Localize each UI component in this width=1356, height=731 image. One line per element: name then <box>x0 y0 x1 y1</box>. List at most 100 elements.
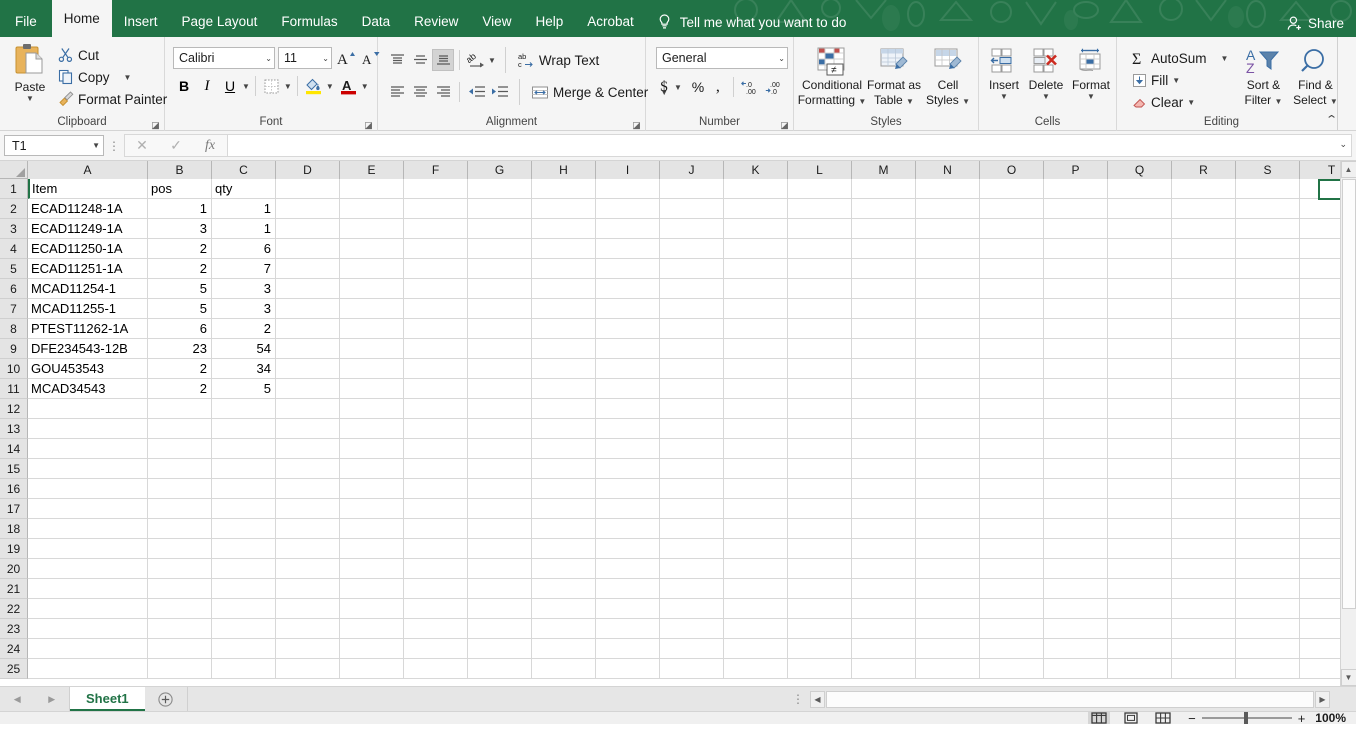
cell-M6[interactable] <box>852 279 916 299</box>
formula-bar-expand-chevron-down-icon[interactable]: ⌄ <box>1339 139 1347 150</box>
cell-C16[interactable] <box>212 479 276 499</box>
cell-S25[interactable] <box>1236 659 1300 679</box>
cell-T18[interactable] <box>1300 519 1340 539</box>
cell-E17[interactable] <box>340 499 404 519</box>
cell-H19[interactable] <box>532 539 596 559</box>
format-as-table-button[interactable]: Format as Table ▼ <box>866 45 922 110</box>
cell-B13[interactable] <box>148 419 212 439</box>
cell-H24[interactable] <box>532 639 596 659</box>
cell-B15[interactable] <box>148 459 212 479</box>
cell-P10[interactable] <box>1044 359 1108 379</box>
zoom-out-minus-icon[interactable]: − <box>1188 712 1196 724</box>
cell-J24[interactable] <box>660 639 724 659</box>
cell-T5[interactable] <box>1300 259 1340 279</box>
find-and-select-button[interactable]: Find & Select ▼ <box>1288 45 1342 110</box>
cell-A12[interactable] <box>28 399 148 419</box>
cell-D4[interactable] <box>276 239 340 259</box>
wrap-text-button[interactable]: ab c Wrap Text <box>515 49 601 71</box>
align-left-button[interactable] <box>386 81 408 103</box>
cell-K4[interactable] <box>724 239 788 259</box>
cell-M16[interactable] <box>852 479 916 499</box>
percent-format-button[interactable]: % <box>688 76 708 98</box>
column-header-L[interactable]: L <box>788 161 852 179</box>
cell-S13[interactable] <box>1236 419 1300 439</box>
font-name-chevron-down-icon[interactable]: ⌄ <box>265 54 272 63</box>
cell-E24[interactable] <box>340 639 404 659</box>
cell-H21[interactable] <box>532 579 596 599</box>
insert-function-button[interactable]: fx <box>193 138 227 154</box>
cell-T12[interactable] <box>1300 399 1340 419</box>
copy-button[interactable]: Copy ▼ <box>56 66 169 88</box>
row-header-23[interactable]: 23 <box>0 619 28 639</box>
cell-A18[interactable] <box>28 519 148 539</box>
column-header-F[interactable]: F <box>404 161 468 179</box>
cell-T11[interactable] <box>1300 379 1340 399</box>
name-box-chevron-down-icon[interactable]: ▼ <box>92 141 100 150</box>
cell-Q22[interactable] <box>1108 599 1172 619</box>
cell-H11[interactable] <box>532 379 596 399</box>
cell-I12[interactable] <box>596 399 660 419</box>
cell-J20[interactable] <box>660 559 724 579</box>
cell-A19[interactable] <box>28 539 148 559</box>
cell-J18[interactable] <box>660 519 724 539</box>
cell-Q20[interactable] <box>1108 559 1172 579</box>
scroll-up-arrow-icon[interactable]: ▲ <box>1340 161 1356 178</box>
cell-T20[interactable] <box>1300 559 1340 579</box>
cell-L23[interactable] <box>788 619 852 639</box>
cell-E15[interactable] <box>340 459 404 479</box>
zoom-thumb[interactable] <box>1243 712 1248 724</box>
scroll-left-arrow-icon[interactable]: ◀ <box>810 690 825 708</box>
cell-T14[interactable] <box>1300 439 1340 459</box>
cell-M3[interactable] <box>852 219 916 239</box>
cell-C19[interactable] <box>212 539 276 559</box>
cell-P4[interactable] <box>1044 239 1108 259</box>
cell-N25[interactable] <box>916 659 980 679</box>
cell-Q13[interactable] <box>1108 419 1172 439</box>
cell-N1[interactable] <box>916 179 980 199</box>
cell-M23[interactable] <box>852 619 916 639</box>
cell-E10[interactable] <box>340 359 404 379</box>
cell-N21[interactable] <box>916 579 980 599</box>
cell-L11[interactable] <box>788 379 852 399</box>
cell-N6[interactable] <box>916 279 980 299</box>
cell-E25[interactable] <box>340 659 404 679</box>
row-header-4[interactable]: 4 <box>0 239 28 259</box>
cell-P15[interactable] <box>1044 459 1108 479</box>
cell-R8[interactable] <box>1172 319 1236 339</box>
column-header-J[interactable]: J <box>660 161 724 179</box>
cell-O13[interactable] <box>980 419 1044 439</box>
cell-F18[interactable] <box>404 519 468 539</box>
zoom-slider[interactable]: − + <box>1188 712 1315 724</box>
sort-chevron-down-icon[interactable]: ▼ <box>1275 97 1283 106</box>
cell-L14[interactable] <box>788 439 852 459</box>
cell-A5[interactable]: ECAD11251-1A <box>28 259 148 279</box>
cell-K22[interactable] <box>724 599 788 619</box>
cell-I18[interactable] <box>596 519 660 539</box>
cell-S4[interactable] <box>1236 239 1300 259</box>
cell-R17[interactable] <box>1172 499 1236 519</box>
cell-H10[interactable] <box>532 359 596 379</box>
cancel-entry-button[interactable]: ✕ <box>125 137 159 154</box>
cell-N4[interactable] <box>916 239 980 259</box>
cell-E5[interactable] <box>340 259 404 279</box>
cell-C23[interactable] <box>212 619 276 639</box>
cell-F17[interactable] <box>404 499 468 519</box>
cell-O7[interactable] <box>980 299 1044 319</box>
decrease-indent-button[interactable] <box>465 81 487 103</box>
cell-Q16[interactable] <box>1108 479 1172 499</box>
format-chevron-down-icon[interactable]: ▼ <box>1087 92 1095 101</box>
cell-G13[interactable] <box>468 419 532 439</box>
cell-S1[interactable] <box>1236 179 1300 199</box>
cell-J22[interactable] <box>660 599 724 619</box>
cell-I8[interactable] <box>596 319 660 339</box>
cell-A24[interactable] <box>28 639 148 659</box>
cell-D8[interactable] <box>276 319 340 339</box>
increase-font-size-button[interactable]: A <box>335 47 357 69</box>
cell-A3[interactable]: ECAD11249-1A <box>28 219 148 239</box>
cell-C25[interactable] <box>212 659 276 679</box>
cell-B8[interactable]: 6 <box>148 319 212 339</box>
cell-N9[interactable] <box>916 339 980 359</box>
cell-M2[interactable] <box>852 199 916 219</box>
cell-O21[interactable] <box>980 579 1044 599</box>
cell-G24[interactable] <box>468 639 532 659</box>
